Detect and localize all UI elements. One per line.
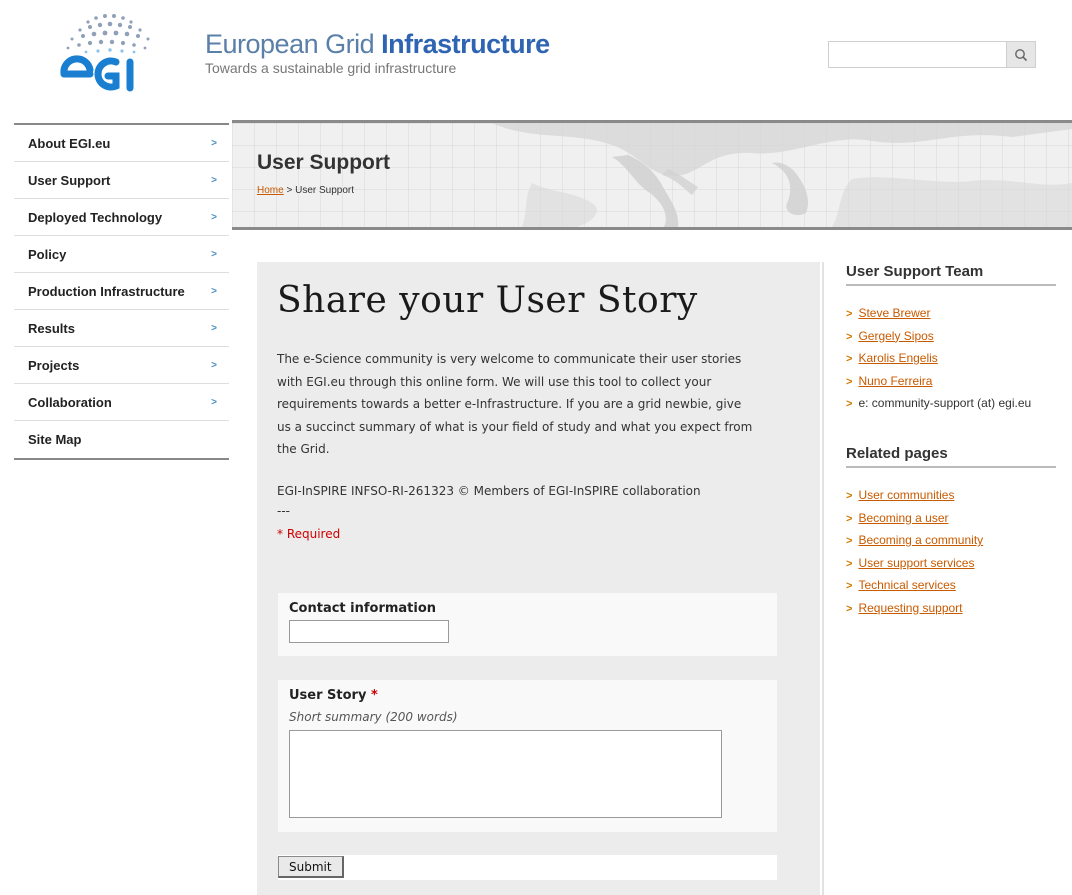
site-title[interactable]: European Grid Infrastructure	[205, 30, 550, 58]
breadcrumb: Home > User Support	[257, 185, 354, 196]
search-icon	[1015, 48, 1028, 61]
egi-logo[interactable]	[50, 8, 170, 98]
bullet-arrow-icon: >	[846, 375, 853, 388]
chevron-right-icon: >	[211, 248, 217, 260]
bullet-arrow-icon: >	[846, 398, 853, 410]
right-sidebar: User Support Team > Steve Brewer > Gergely…	[822, 262, 1072, 895]
bullet-arrow-icon: >	[846, 490, 853, 502]
nav-item-projects[interactable]: Projects >	[14, 347, 229, 384]
list-item: > Becoming a user	[846, 507, 983, 530]
user-support-team-heading: User Support Team	[846, 263, 1056, 286]
bullet-arrow-icon: >	[846, 512, 853, 525]
related-page-link[interactable]: Becoming a user	[858, 511, 948, 525]
nav-item-about[interactable]: About EGI.eu >	[14, 125, 229, 162]
nav-item-label: Collaboration	[28, 394, 112, 410]
chevron-right-icon: >	[211, 211, 217, 223]
bullet-arrow-icon: >	[846, 308, 853, 320]
contact-section: Contact information	[278, 593, 777, 656]
list-item: > Becoming a community	[846, 529, 983, 552]
team-member-link[interactable]: Karolis Engelis	[858, 351, 937, 365]
nav-item-results[interactable]: Results >	[14, 310, 229, 347]
submit-button[interactable]: Submit	[278, 856, 344, 878]
chevron-right-icon: >	[211, 285, 217, 297]
user-story-form: Share your User Story The e-Science comm…	[257, 262, 820, 895]
required-mark: *	[370, 688, 378, 703]
bullet-arrow-icon: >	[846, 535, 853, 547]
related-pages-heading: Related pages	[846, 445, 1056, 468]
related-page-link[interactable]: User communities	[858, 488, 954, 502]
list-item: > Nuno Ferreira	[846, 370, 1031, 393]
list-item: > Karolis Engelis	[846, 347, 1031, 370]
nav-item-label: Results	[28, 320, 75, 336]
nav-item-label: Policy	[28, 246, 67, 262]
user-story-section: User Story * Short summary (200 words)	[278, 680, 777, 832]
chevron-right-icon: >	[211, 322, 217, 334]
user-support-team-list: > Steve Brewer > Gergely Sipos > Karolis En…	[846, 302, 1031, 415]
main-nav: About EGI.eu > User Support > Deployed Tec…	[14, 123, 229, 460]
chevron-right-icon: >	[211, 174, 217, 186]
breadcrumb-separator: >	[283, 185, 296, 196]
team-member-link[interactable]: Nuno Ferreira	[858, 374, 932, 388]
chevron-right-icon: >	[211, 396, 217, 408]
nav-item-user-support[interactable]: User Support >	[14, 162, 229, 199]
search-box	[828, 41, 1036, 68]
related-page-link[interactable]: Requesting support	[858, 601, 962, 615]
nav-item-label: About EGI.eu	[28, 135, 111, 151]
site-title-prefix: European Grid	[205, 29, 382, 59]
nav-item-label: User Support	[28, 172, 111, 188]
nav-item-label: Projects	[28, 357, 80, 373]
team-member-link[interactable]: Gergely Sipos	[858, 329, 933, 343]
nav-item-label: Production Infrastructure	[28, 283, 185, 299]
list-item: > User support services	[846, 552, 983, 575]
list-item: > e: community-support (at) egi.eu	[846, 392, 1031, 415]
nav-item-policy[interactable]: Policy >	[14, 236, 229, 273]
related-pages-list: > User communities > Becoming a user > Beco…	[846, 484, 983, 619]
site-tagline: Towards a sustainable grid infrastructur…	[205, 60, 457, 76]
breadcrumb-current: User Support	[295, 185, 355, 196]
related-page-link[interactable]: Becoming a community	[858, 533, 983, 547]
bullet-arrow-icon: >	[846, 580, 853, 592]
user-story-hint: Short summary (200 words)	[289, 710, 458, 724]
form-copyright: EGI-InSPIRE INFSO-RI-261323 © Members of…	[277, 484, 701, 498]
list-item: > Technical services	[846, 574, 983, 597]
europe-map-graphic	[492, 123, 1072, 227]
support-email-text: e: community-support (at) egi.eu	[858, 396, 1032, 410]
form-separator: ---	[277, 504, 290, 518]
breadcrumb-home-link[interactable]: Home	[257, 185, 284, 196]
required-note: * Required	[277, 527, 341, 541]
nav-item-deployed-technology[interactable]: Deployed Technology >	[14, 199, 229, 236]
user-story-label-text: User Story	[289, 688, 367, 703]
user-story-textarea[interactable]	[289, 730, 722, 818]
form-heading: Share your User Story	[277, 280, 698, 321]
related-page-link[interactable]: User support services	[858, 556, 974, 570]
nav-item-label: Site Map	[28, 432, 82, 447]
site-title-bold: Infrastructure	[381, 29, 550, 59]
bullet-arrow-icon: >	[846, 330, 853, 343]
list-item: > Steve Brewer	[846, 302, 1031, 325]
contact-information-field[interactable]	[289, 620, 449, 643]
search-button[interactable]	[1006, 42, 1035, 67]
page-title: User Support	[257, 151, 391, 174]
list-item: > User communities	[846, 484, 983, 507]
bullet-arrow-icon: >	[846, 557, 853, 570]
chevron-right-icon: >	[211, 137, 217, 149]
related-page-link[interactable]: Technical services	[858, 578, 955, 592]
submit-row: Submit	[278, 855, 777, 880]
contact-label: Contact information	[289, 601, 437, 616]
list-item: > Gergely Sipos	[846, 325, 1031, 348]
nav-item-production-infrastructure[interactable]: Production Infrastructure >	[14, 273, 229, 310]
brand: European Grid Infrastructure Towards a s…	[205, 30, 550, 76]
user-story-label: User Story *	[289, 688, 378, 703]
nav-item-site-map[interactable]: Site Map	[14, 421, 229, 458]
list-item: > Requesting support	[846, 597, 983, 620]
search-input[interactable]	[829, 42, 1009, 67]
team-member-link[interactable]: Steve Brewer	[858, 306, 930, 320]
nav-item-collaboration[interactable]: Collaboration >	[14, 384, 229, 421]
page-banner: User Support Home > User Support	[232, 120, 1072, 230]
bullet-arrow-icon: >	[846, 602, 853, 615]
form-intro: The e-Science community is very welcome …	[277, 352, 753, 456]
nav-item-label: Deployed Technology	[28, 209, 163, 225]
chevron-right-icon: >	[211, 359, 217, 371]
bullet-arrow-icon: >	[846, 353, 853, 365]
